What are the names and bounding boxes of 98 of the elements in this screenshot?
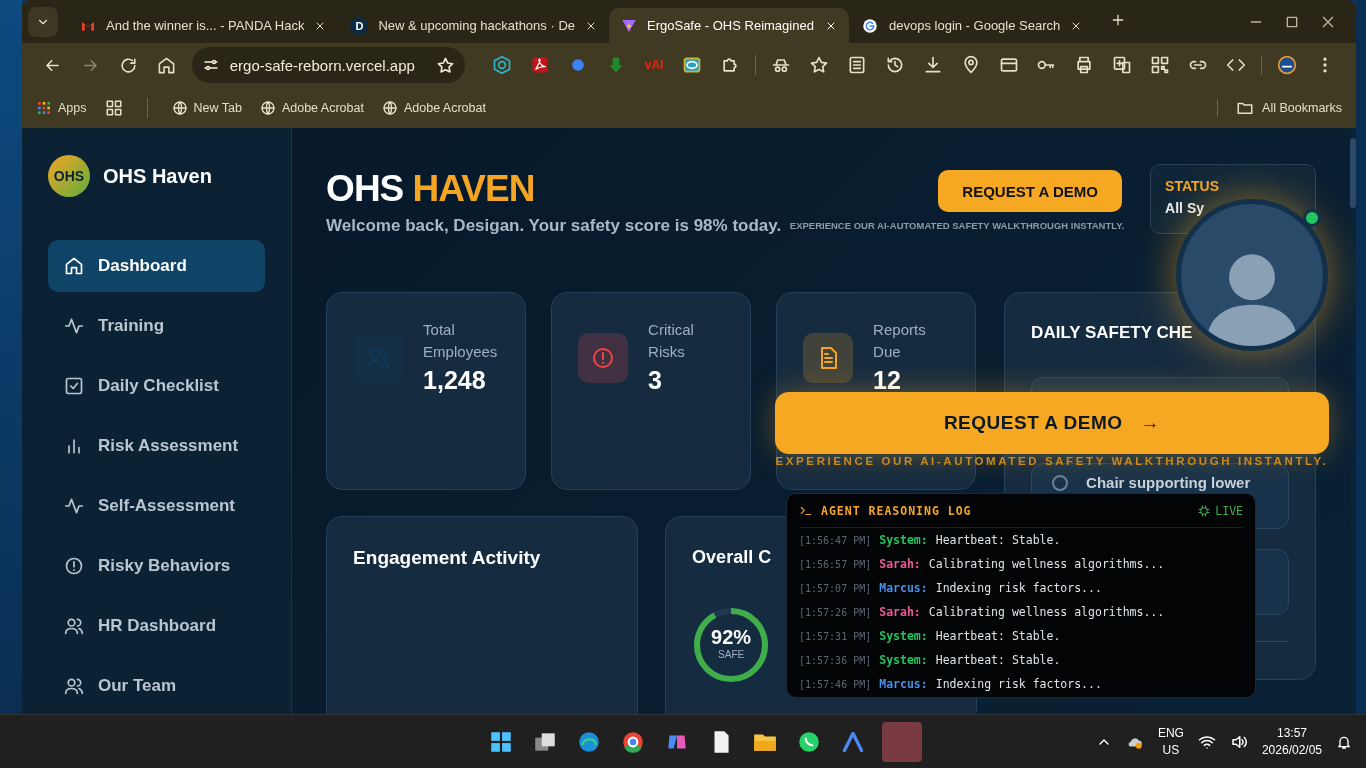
pulse-icon	[64, 496, 84, 516]
translate-icon[interactable]	[1112, 55, 1133, 75]
log-agent: System:	[879, 533, 928, 547]
badge-icon[interactable]	[682, 55, 702, 75]
browser-tab[interactable]: ErgoSafe - OHS Reimagined	[609, 8, 849, 43]
pdf-icon[interactable]	[530, 55, 551, 75]
card-icon[interactable]	[998, 55, 1019, 75]
log-message: Calibrating wellness algorithms...	[928, 557, 1165, 571]
reload-icon[interactable]	[119, 55, 139, 75]
stat-value: 1,248	[423, 365, 487, 396]
log-timestamp: [1:57:46 PM]	[799, 678, 872, 690]
home-icon[interactable]	[157, 55, 177, 75]
log-agent: Sarah:	[879, 605, 921, 619]
bolt-icon	[621, 17, 637, 34]
browser-tab[interactable]: devops login - Google Search	[849, 8, 1095, 43]
nav-item[interactable]: Risk Assessment	[48, 420, 266, 472]
clock[interactable]: 13:57 2026/02/05	[1261, 726, 1322, 757]
profile-avatar-icon[interactable]	[1277, 55, 1298, 75]
log-agent: Sarah:	[879, 557, 921, 571]
home-icon	[64, 256, 84, 276]
demo-caption: EXPERIENCE OUR AI-AUTOMATED SAFETY WALKTHROUGH INSTANTLY.	[775, 455, 1329, 467]
log-message: Heartbeat: Stable.	[935, 629, 1061, 643]
users-icon	[366, 346, 391, 370]
language-indicator[interactable]: ENG US	[1157, 726, 1184, 757]
log-agent: Marcus:	[879, 677, 928, 691]
status-value: All Sy	[1165, 200, 1204, 216]
card-title: Engagement Activity	[353, 547, 542, 569]
log-message: Heartbeat: Stable.	[935, 653, 1061, 667]
log-timestamp: [1:57:36 PM]	[799, 654, 872, 666]
address-bar[interactable]: ergo-safe-reborn.vercel.app	[191, 47, 466, 83]
live-label: LIVE	[1198, 503, 1243, 518]
stat-value: 3	[648, 365, 663, 396]
nav-item[interactable]: Training	[48, 300, 266, 352]
tab-groups-icon[interactable]	[104, 98, 123, 117]
chip-icon	[1198, 504, 1211, 517]
stat-label: Critical Risks	[648, 320, 695, 362]
nav-item[interactable]: HR Dashboard	[48, 600, 266, 652]
taskbar-app-tile[interactable]	[882, 721, 922, 762]
scrollbar[interactable]	[1350, 128, 1356, 714]
log-message: Heartbeat: Stable.	[935, 533, 1061, 547]
apps-grid-icon	[36, 99, 52, 116]
log-timestamp: [1:56:47 PM]	[799, 534, 872, 546]
log-timestamp: [1:56:57 PM]	[799, 558, 872, 570]
url-text: ergo-safe-reborn.vercel.app	[229, 56, 415, 74]
log-agent: Marcus:	[879, 581, 928, 595]
globe-icon	[171, 99, 188, 116]
favicon-icon: D	[350, 16, 369, 35]
nav-item[interactable]: Our Team	[48, 660, 266, 712]
log-timestamp: [1:57:31 PM]	[799, 630, 872, 642]
gauge-caption: SAFE	[717, 649, 746, 660]
pulse-icon	[64, 316, 84, 336]
stat-label: Total Employees	[423, 320, 499, 362]
log-title: AGENT REASONING LOG	[821, 503, 972, 518]
log-message: Indexing risk factors...	[935, 581, 1102, 595]
globe-icon	[259, 99, 276, 116]
nav-item[interactable]: Dashboard	[48, 240, 266, 292]
logo-badge: OHS	[48, 155, 90, 197]
star-list-icon[interactable]	[808, 55, 829, 75]
bookmark[interactable]: Adobe Acrobat	[381, 99, 486, 116]
log-timestamp: [1:57:07 PM]	[799, 582, 872, 594]
log-agent: System:	[879, 629, 928, 643]
checkbox-icon	[64, 376, 84, 396]
users-icon	[64, 676, 84, 696]
card-title: Overall C	[692, 547, 772, 568]
log-message: Calibrating wellness algorithms...	[928, 605, 1165, 619]
globe-icon	[381, 99, 398, 116]
nav-item[interactable]: Self-Assessment	[48, 480, 266, 532]
welcome-message: Welcome back, Desigan. Your safety score is 98% today.	[326, 216, 783, 236]
bookmark[interactable]: Apps	[36, 99, 87, 116]
star-icon[interactable]	[436, 55, 456, 75]
request-demo-button[interactable]: REQUEST A DEMO →	[775, 392, 1329, 454]
alert-circle-icon	[64, 556, 84, 576]
radio-button[interactable]	[1052, 475, 1069, 491]
nav-item[interactable]: Daily Checklist	[48, 360, 266, 412]
brand-name: OHS Haven	[103, 164, 212, 188]
alert-circle-icon	[591, 346, 616, 370]
nav-item[interactable]: Risky Behaviors	[48, 540, 266, 592]
stat-label: Reports Due	[873, 320, 927, 362]
browser-tab[interactable]: D New & upcoming hackathons · De	[338, 8, 609, 43]
scrollbar-thumb[interactable]	[1350, 138, 1356, 208]
card-title: DAILY SAFETY CHE	[1031, 323, 1194, 343]
request-demo-button[interactable]: REQUEST A DEMO	[938, 170, 1123, 212]
hexagon-icon[interactable]	[492, 55, 513, 75]
all-bookmarks-button[interactable]: All Bookmarks	[1217, 98, 1342, 117]
qr-code-icon[interactable]	[1150, 55, 1171, 75]
log-message: Indexing risk factors...	[935, 677, 1102, 691]
google-icon	[861, 16, 879, 35]
gauge-value: 92%	[710, 626, 753, 649]
bookmark[interactable]: New Tab	[171, 99, 242, 116]
log-timestamp: [1:57:26 PM]	[799, 606, 872, 618]
status-label: STATUS	[1165, 178, 1221, 194]
checklist-label: Chair supporting lower	[1086, 474, 1251, 491]
users-icon	[64, 616, 84, 636]
log-agent: System:	[879, 653, 928, 667]
browser-tab[interactable]: And the winner is... - PANDA Hack	[68, 8, 339, 43]
bookmark[interactable]: Adobe Acrobat	[259, 99, 364, 116]
demo-caption: EXPERIENCE OUR AI-AUTOMATED SAFETY WALKTHROUGH INSTANTLY.	[789, 220, 1125, 231]
page-title: OHS HAVEN	[326, 168, 536, 210]
